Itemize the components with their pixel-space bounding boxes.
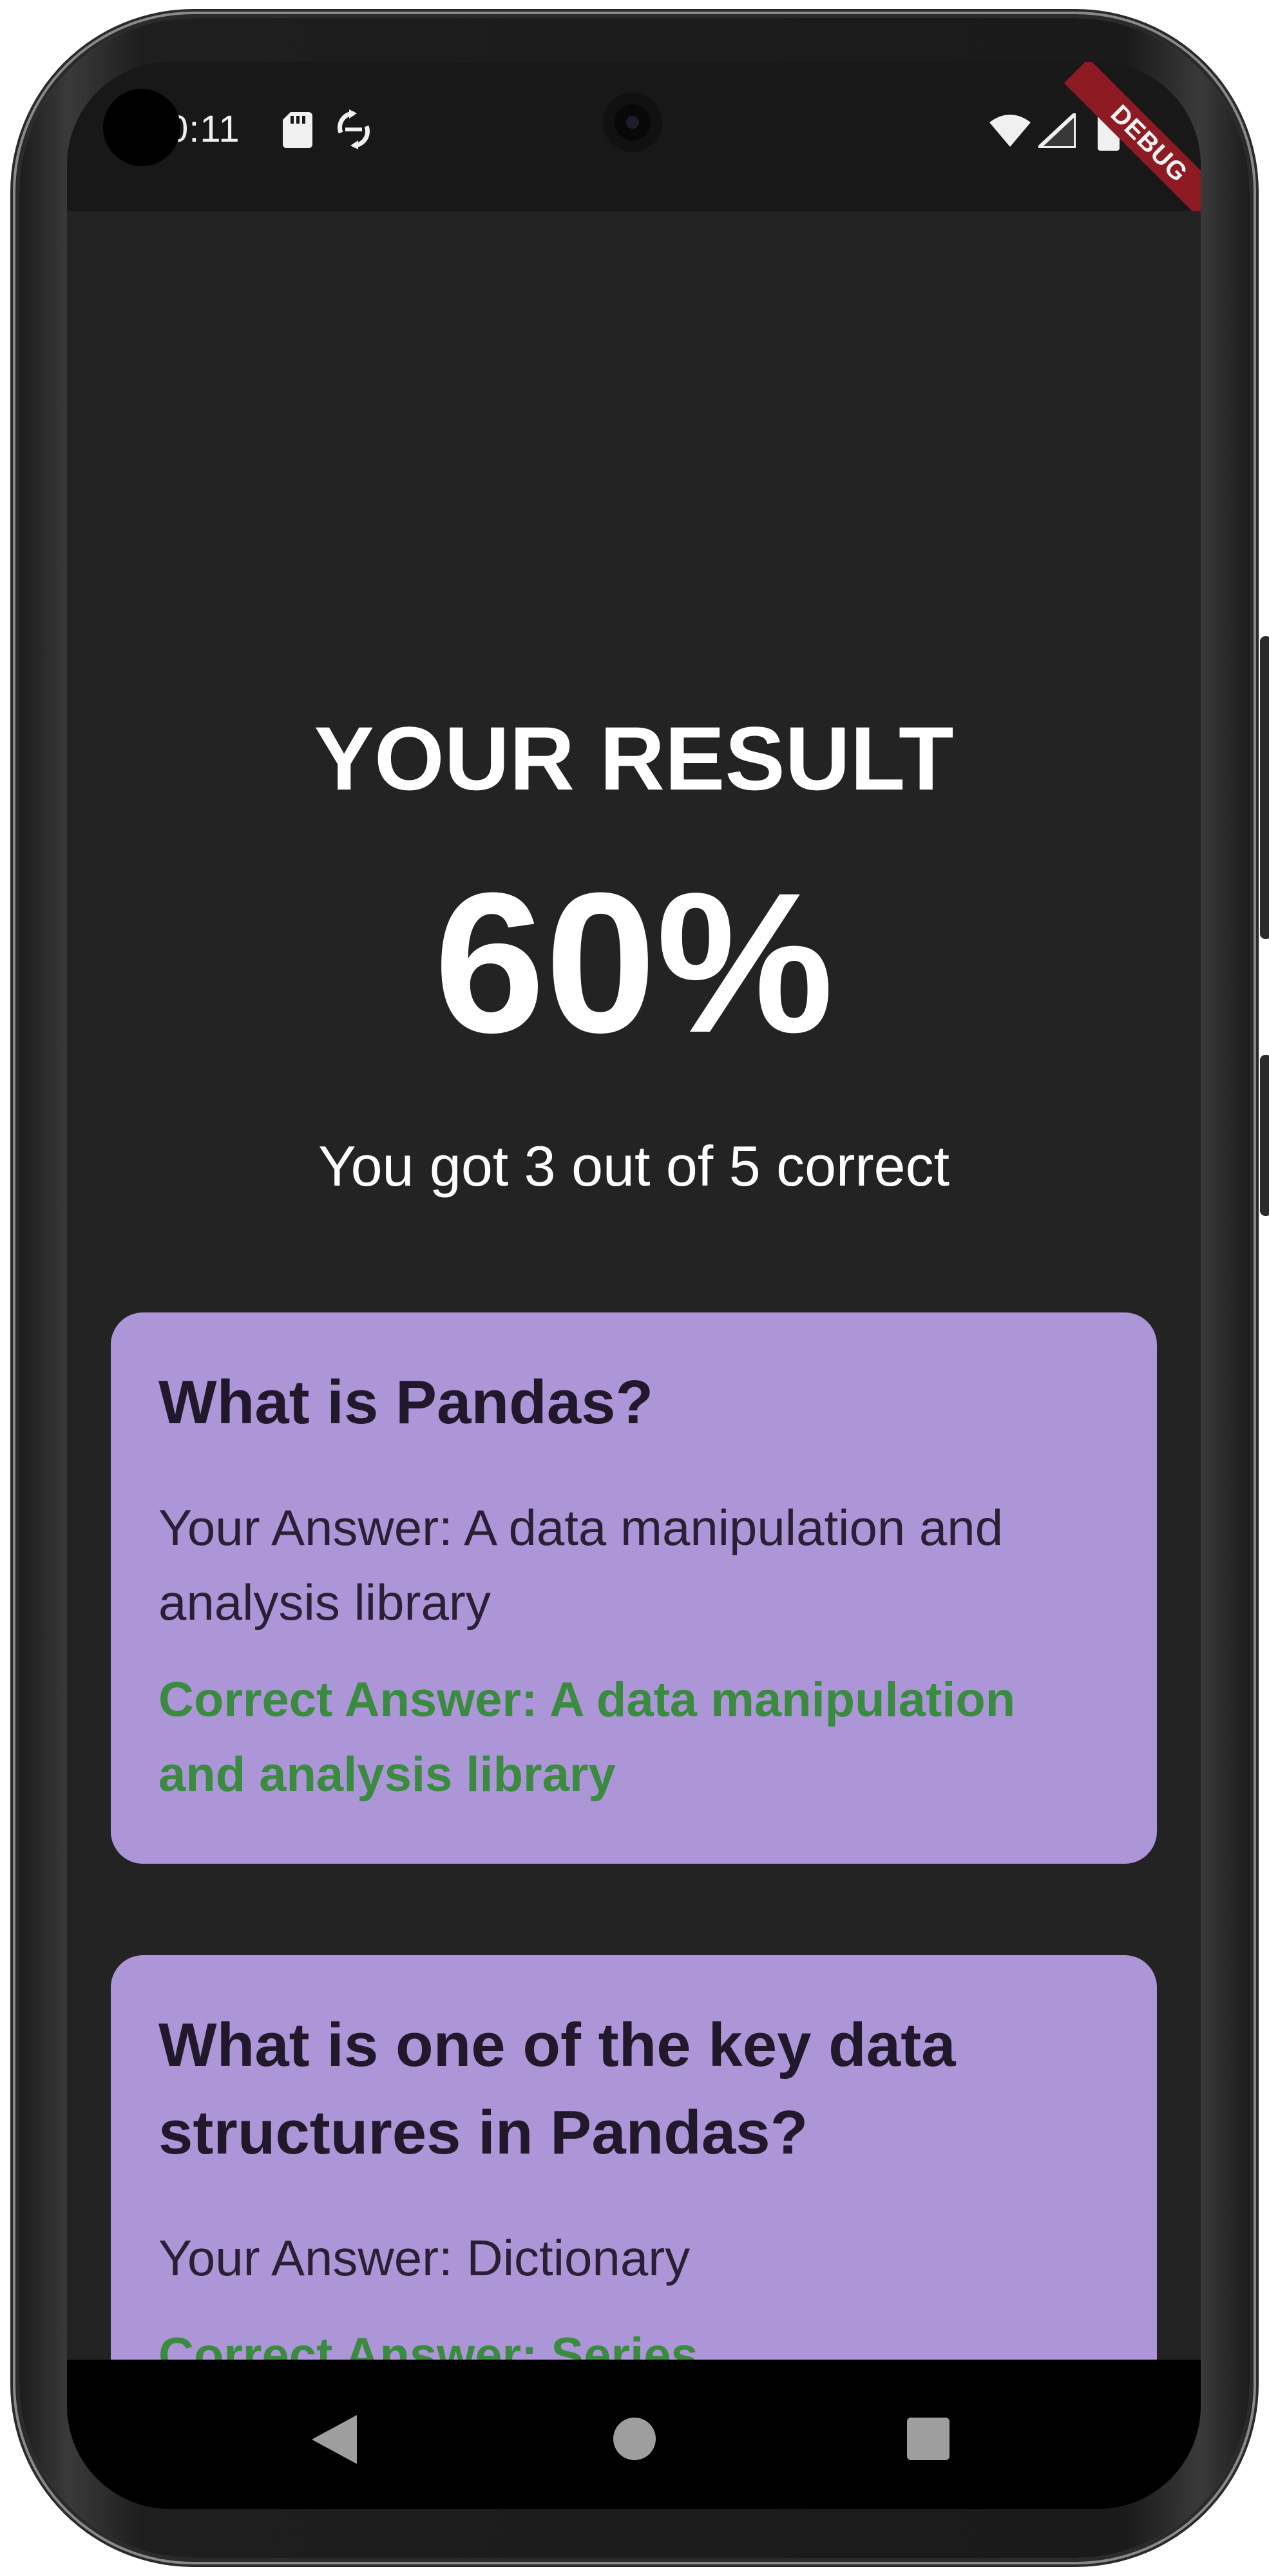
correct-answer: Correct Answer: A data manipulation and … (158, 1672, 1016, 1802)
home-icon[interactable] (613, 2418, 656, 2460)
back-icon[interactable] (312, 2415, 357, 2464)
camera-cutout (103, 89, 180, 166)
screen: 0:11 DEBUG YOUR RESULT 60% You got 3 out… (67, 62, 1201, 2509)
sync-icon (338, 109, 370, 149)
power-button (1260, 636, 1269, 939)
question-text: What is Pandas? (158, 1368, 654, 1437)
question-text: What is one of the key data structures i… (158, 2011, 956, 2167)
recents-icon[interactable] (907, 2418, 949, 2460)
result-title: YOUR RESULT (314, 708, 954, 809)
front-camera (603, 93, 662, 152)
wifi-icon (989, 115, 1031, 147)
signal-icon (1038, 113, 1076, 148)
score-summary: You got 3 out of 5 correct (318, 1134, 950, 1198)
answer-card: What is Pandas? Your Answer: A data mani… (111, 1312, 1157, 1864)
your-answer: Your Answer: Dictionary (158, 2230, 691, 2286)
volume-button (1260, 1055, 1269, 1216)
status-bar: 0:11 DEBUG (67, 62, 1201, 229)
sd-card-icon (283, 112, 312, 148)
answer-card: What is one of the key data structures i… (111, 1955, 1157, 2360)
debug-banner: DEBUG (1064, 62, 1201, 229)
score-percentage: 60% (434, 851, 834, 1074)
navigation-bar (67, 2360, 1201, 2509)
correct-answer: Correct Answer: Series (158, 2328, 698, 2360)
your-answer: Your Answer: A data manipulation and ana… (158, 1499, 1004, 1631)
results-page[interactable]: YOUR RESULT 60% You got 3 out of 5 corre… (67, 211, 1201, 2360)
